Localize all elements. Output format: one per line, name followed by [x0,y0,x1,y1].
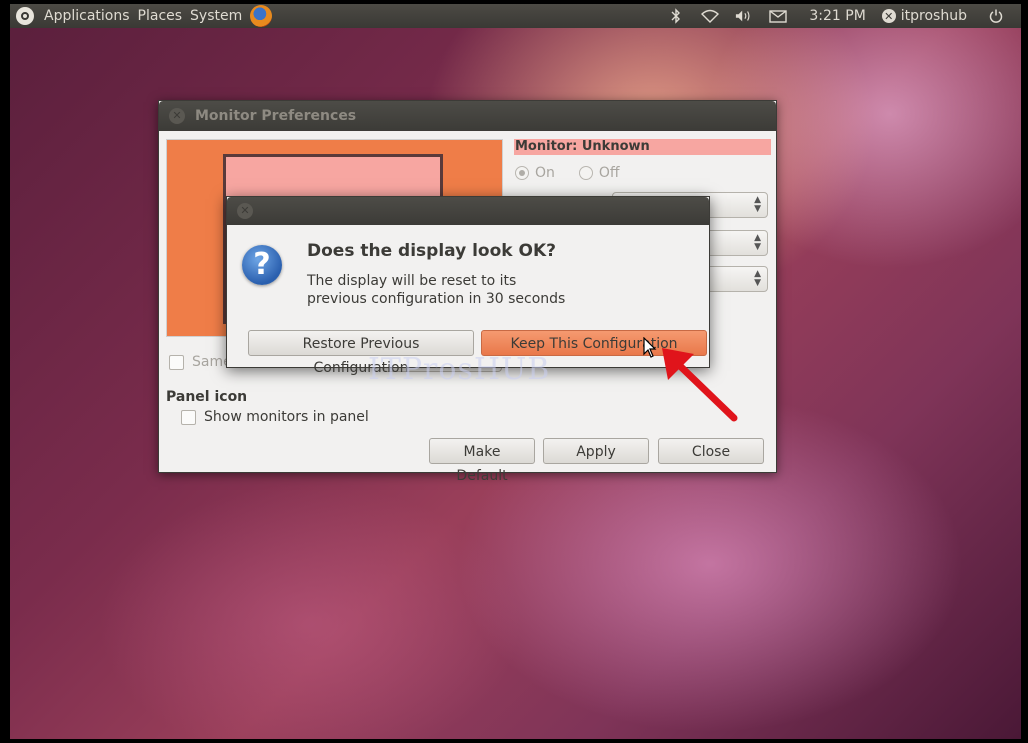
menu-applications[interactable]: Applications [40,4,134,28]
red-arrow-icon [662,348,738,422]
dialog-message-line2: previous configuration in 30 seconds [307,291,566,307]
dialog-message-line1: The display will be reset to its [307,273,517,289]
user-status-icon: ✕ [881,9,896,23]
mail-icon[interactable] [769,7,788,25]
same-image-option[interactable]: Same [169,354,232,370]
watermark: ITProsHUB [368,352,551,387]
combo-arrows-icon: ▲ ▼ [754,269,761,288]
ubuntu-logo-icon[interactable] [16,7,34,25]
top-panel: Applications Places System 3:21 PM ✕ itp… [10,4,1021,28]
radio-on-label: On [535,165,555,181]
clock[interactable]: 3:21 PM [805,4,869,28]
mouse-cursor-icon [643,337,657,358]
radio-on[interactable] [515,166,529,180]
close-icon[interactable]: ✕ [169,108,185,124]
user-name: itproshub [900,8,967,24]
confirm-display-dialog: ✕ ? Does the display look OK? The displa… [226,196,710,376]
apply-button[interactable]: Apply [543,438,649,464]
panel-icon-heading: Panel icon [166,389,248,405]
make-default-button[interactable]: Make Default [429,438,535,484]
show-monitors-option[interactable]: Show monitors in panel [181,409,369,425]
bluetooth-icon[interactable] [667,7,685,25]
window-title: Monitor Preferences [195,108,357,124]
combo-arrows-icon: ▲ ▼ [754,233,761,252]
question-icon: ? [242,245,282,285]
panel-menu: Applications Places System [10,4,273,28]
power-radio-group: On Off [515,165,644,181]
power-icon[interactable] [987,7,1005,25]
menu-system[interactable]: System [186,4,246,28]
dialog-message: The display will be reset to its previou… [307,272,607,308]
radio-off[interactable] [578,166,593,180]
dialog-titlebar[interactable]: ✕ [227,197,709,225]
user-menu[interactable]: ✕ itproshub [881,8,967,24]
combo-arrows-icon: ▲ ▼ [754,195,761,214]
network-icon[interactable] [701,7,720,25]
volume-icon[interactable] [735,7,753,25]
close-button[interactable]: Close [658,438,764,464]
show-monitors-label: Show monitors in panel [204,409,369,425]
close-icon[interactable]: ✕ [237,203,253,219]
window-titlebar[interactable]: ✕ Monitor Preferences [159,101,776,131]
radio-off-label: Off [598,165,620,181]
same-image-checkbox[interactable] [169,354,184,370]
panel-tray: 3:21 PM ✕ itproshub [659,4,1021,28]
show-monitors-checkbox[interactable] [181,409,196,425]
menu-places[interactable]: Places [134,4,187,28]
monitor-label: Monitor: Unknown [514,139,771,155]
firefox-icon[interactable] [250,5,273,27]
dialog-heading: Does the display look OK? [307,241,556,261]
desktop: Applications Places System 3:21 PM ✕ itp… [10,4,1021,739]
